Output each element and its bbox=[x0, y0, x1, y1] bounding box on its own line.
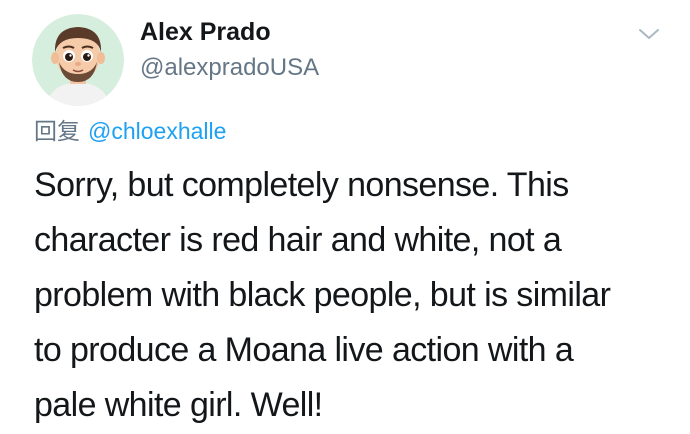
tweet-text-line: character is red hair and white, not a bbox=[34, 221, 562, 259]
tweet-text-line: to produce a Moana live action with a bbox=[34, 331, 574, 369]
tweet-text-line: Sorry, but completely nonsense. This bbox=[34, 166, 569, 204]
tweet-text-line: problem with black people, but is simila… bbox=[34, 276, 611, 314]
reply-context: 回复 @chloexhalle bbox=[34, 112, 226, 146]
chevron-down-icon[interactable] bbox=[637, 26, 661, 42]
user-display-name[interactable]: Alex Prado bbox=[140, 18, 271, 47]
user-handle[interactable]: @alexpradoUSA bbox=[140, 54, 319, 82]
avatar[interactable] bbox=[32, 14, 124, 106]
reply-mention-link[interactable]: @chloexhalle bbox=[88, 118, 226, 144]
cartoon-avatar-icon bbox=[32, 14, 124, 106]
tweet-card: Alex Prado @alexpradoUSA 回复 @chloexhalle … bbox=[0, 0, 690, 434]
tweet-text: Sorry, but completely nonsense. This cha… bbox=[34, 158, 674, 433]
reply-prefix: 回复 bbox=[34, 119, 80, 145]
tweet-text-line: pale white girl. Well! bbox=[34, 386, 323, 424]
